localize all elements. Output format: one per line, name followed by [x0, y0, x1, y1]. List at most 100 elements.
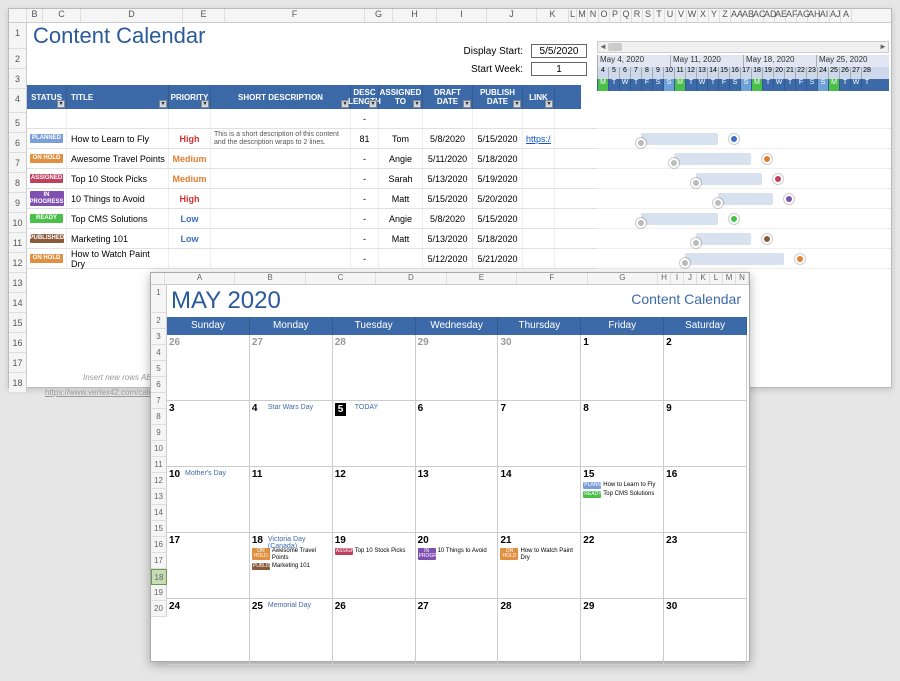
- calendar-event[interactable]: PLANNEDHow to Learn to Fly: [583, 482, 661, 489]
- timeline-header: May 4, 2020May 11, 2020May 18, 2020May 2…: [597, 55, 889, 91]
- calendar-event[interactable]: PUBLISHEDMarketing 101: [252, 563, 330, 570]
- title-cell[interactable]: How to Watch Paint Dry: [67, 249, 169, 268]
- header-desc[interactable]: SHORT DESCRIPTION▾: [211, 85, 351, 109]
- gantt-bar[interactable]: [641, 213, 718, 225]
- calendar-day[interactable]: 22: [581, 533, 664, 599]
- calendar-day[interactable]: 23: [664, 533, 747, 599]
- calendar-day[interactable]: 8: [581, 401, 664, 467]
- calendar-day[interactable]: 3: [167, 401, 250, 467]
- day-number: 16: [666, 469, 677, 480]
- gantt-publish-dot: [762, 154, 772, 164]
- assigned-cell: Sarah: [379, 169, 423, 188]
- day-number: 18: [252, 535, 263, 546]
- start-week-input[interactable]: [531, 62, 587, 76]
- calendar-day[interactable]: 10Mother's Day: [167, 467, 250, 533]
- calendar-day[interactable]: 30: [664, 599, 747, 665]
- gantt-start-dot: [680, 258, 690, 268]
- title-cell[interactable]: Top 10 Stock Picks: [67, 169, 169, 188]
- scroll-left-icon[interactable]: ◄: [598, 42, 608, 52]
- calendar-day[interactable]: 17: [167, 533, 250, 599]
- header-priority[interactable]: PRIORITY▾: [169, 85, 211, 109]
- calendar-day[interactable]: 27: [250, 335, 333, 401]
- scroll-thumb[interactable]: [608, 43, 622, 51]
- calendar-day[interactable]: 28: [333, 335, 416, 401]
- calendar-day[interactable]: 6: [416, 401, 499, 467]
- calendar-day[interactable]: 7: [498, 401, 581, 467]
- day-number: 30: [666, 601, 677, 612]
- vertex-link[interactable]: https://www.vertex42.com/calenda: [45, 388, 166, 397]
- calendar-day[interactable]: 18Victoria Day (Canada)ON HOLDAwesome Tr…: [250, 533, 333, 599]
- column-letters: BCDEFGHIJKLMNOPQRSTUVWXYZAAABACADAEAFAGA…: [9, 9, 891, 23]
- calendar-day[interactable]: 25Memorial Day: [250, 599, 333, 665]
- header-title[interactable]: TITLE▾: [67, 85, 169, 109]
- calendar-day[interactable]: 13: [416, 467, 499, 533]
- gantt-bar[interactable]: [685, 253, 784, 265]
- title-cell[interactable]: Marketing 101: [67, 229, 169, 248]
- calendar-day[interactable]: 26: [333, 599, 416, 665]
- gantt-publish-dot: [795, 254, 805, 264]
- calendar-event[interactable]: ASSIGNEDTop 10 Stock Picks: [335, 548, 413, 555]
- gantt-bar[interactable]: [718, 193, 773, 205]
- day-number: 3: [169, 403, 175, 414]
- calendar-day[interactable]: 26: [167, 335, 250, 401]
- calendar-day[interactable]: 5TODAY: [333, 401, 416, 467]
- calendar-day[interactable]: 2: [664, 335, 747, 401]
- priority-cell: Medium: [172, 154, 206, 164]
- gantt-bar[interactable]: [696, 233, 751, 245]
- calendar-day[interactable]: 12: [333, 467, 416, 533]
- header-assigned[interactable]: ASSIGNED TO▾: [379, 85, 423, 109]
- gantt-bar[interactable]: [641, 133, 718, 145]
- calendar-day[interactable]: 15PLANNEDHow to Learn to FlyREADYTop CMS…: [581, 467, 664, 533]
- filter-icon[interactable]: ▾: [413, 100, 421, 108]
- calendar-day[interactable]: 30: [498, 335, 581, 401]
- calendar-day[interactable]: 11: [250, 467, 333, 533]
- filter-icon[interactable]: ▾: [463, 100, 471, 108]
- calendar-event[interactable]: READYTop CMS Solutions: [583, 491, 661, 498]
- calendar-day[interactable]: 24: [167, 599, 250, 665]
- gantt-bar[interactable]: [674, 153, 751, 165]
- dow-header: Sunday: [167, 317, 250, 335]
- filter-icon[interactable]: ▾: [57, 100, 65, 108]
- status-badge: ASSIGNED: [30, 174, 63, 183]
- calendar-day[interactable]: 19ASSIGNEDTop 10 Stock Picks: [333, 533, 416, 599]
- calendar-day[interactable]: 9: [664, 401, 747, 467]
- calendar-day[interactable]: 27: [416, 599, 499, 665]
- filter-icon[interactable]: ▾: [369, 100, 377, 108]
- day-number: 25: [252, 601, 263, 612]
- header-link[interactable]: LINK▾: [523, 85, 555, 109]
- calendar-day[interactable]: 20IN PROGRESS10 Things to Avoid: [416, 533, 499, 599]
- calendar-day[interactable]: 16: [664, 467, 747, 533]
- calendar-day[interactable]: 29: [416, 335, 499, 401]
- header-publish[interactable]: PUBLISH DATE▾: [473, 85, 523, 109]
- display-start-input[interactable]: [531, 44, 587, 58]
- header-draft[interactable]: DRAFT DATE▾: [423, 85, 473, 109]
- title-cell[interactable]: Top CMS Solutions: [67, 209, 169, 228]
- scroll-right-icon[interactable]: ►: [878, 42, 888, 52]
- title-cell[interactable]: Awesome Travel Points: [67, 149, 169, 168]
- calendar-day[interactable]: 1: [581, 335, 664, 401]
- calendar-event[interactable]: ON HOLDHow to Watch Paint Dry: [500, 548, 578, 561]
- filter-icon[interactable]: ▾: [513, 100, 521, 108]
- calendar-day[interactable]: 21ON HOLDHow to Watch Paint Dry: [498, 533, 581, 599]
- calendar-event[interactable]: IN PROGRESS10 Things to Avoid: [418, 548, 496, 560]
- header-length[interactable]: DESC LENGTH▾: [351, 85, 379, 109]
- gantt-bar[interactable]: [696, 173, 762, 185]
- filter-icon[interactable]: ▾: [159, 100, 167, 108]
- length-cell: -: [351, 169, 379, 188]
- event-title: 10 Things to Avoid: [438, 548, 487, 555]
- header-status[interactable]: STATUS▾: [27, 85, 67, 109]
- calendar-day[interactable]: 14: [498, 467, 581, 533]
- publish-date-cell: 5/18/2020: [473, 149, 523, 168]
- title-cell[interactable]: 10 Things to Avoid: [67, 189, 169, 208]
- timeline-scrollbar[interactable]: ◄ ►: [597, 41, 889, 53]
- event-status-badge: READY: [583, 491, 601, 498]
- title-cell[interactable]: How to Learn to Fly: [67, 129, 169, 148]
- month-calendar-sheet: ABCDEFGHIJKLMN 1234567891011121314151617…: [150, 272, 750, 662]
- calendar-day[interactable]: 28: [498, 599, 581, 665]
- gantt-publish-dot: [762, 234, 772, 244]
- filter-icon[interactable]: ▾: [545, 100, 553, 108]
- link-cell[interactable]: https://ww: [526, 134, 551, 144]
- calendar-day[interactable]: 4Star Wars Day: [250, 401, 333, 467]
- calendar-day[interactable]: 29: [581, 599, 664, 665]
- filter-icon[interactable]: ▾: [201, 100, 209, 108]
